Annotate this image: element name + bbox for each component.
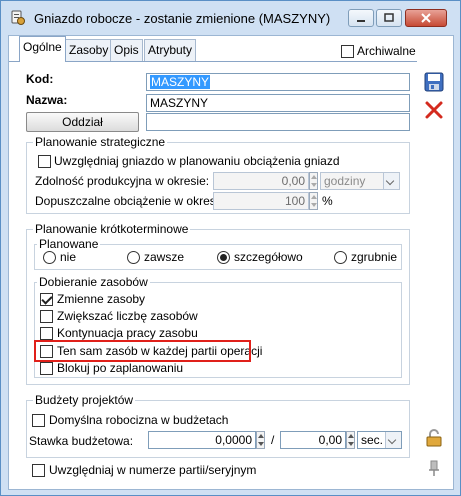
radio-nie-label: nie xyxy=(60,250,77,264)
app-icon xyxy=(11,10,25,25)
include-gniazdo-label: Uwzględniaj gniazdo w planowaniu obciąże… xyxy=(54,154,340,168)
zwiekszac-liczbe-checkbox[interactable] xyxy=(40,310,53,323)
kod-label: Kod: xyxy=(26,72,54,86)
archiwalne-label: Archiwalne xyxy=(357,44,416,58)
nazwa-input[interactable]: MASZYNY xyxy=(146,94,410,112)
window-title: Gniazdo robocze - zostanie zmienione (MA… xyxy=(34,11,331,26)
highlight-box xyxy=(34,340,251,362)
dialog-window: Gniazdo robocze - zostanie zmienione (MA… xyxy=(0,0,461,496)
save-icon xyxy=(424,72,444,92)
capacity-value: 0,00 xyxy=(281,174,305,188)
capacity-unit-select[interactable]: godziny xyxy=(320,172,400,190)
rate-spinner[interactable] xyxy=(256,431,265,449)
radio-zawsze-label: zawsze xyxy=(144,250,185,264)
tab-opis-label: Opis xyxy=(114,43,139,57)
maximize-icon xyxy=(384,13,394,22)
zwiekszac-liczbe-label: Zwiększać liczbę zasobów xyxy=(57,309,198,323)
radio-zgrubnie[interactable] xyxy=(334,251,347,264)
save-button[interactable] xyxy=(423,71,445,93)
capacity-input[interactable]: 0,00 xyxy=(213,172,309,190)
oddzial-label: Oddział xyxy=(62,115,103,129)
batch-number-checkbox[interactable] xyxy=(32,464,45,477)
kod-input[interactable]: MASZYNY xyxy=(146,73,410,91)
kontynuacja-label: Kontynuacja pracy zasobu xyxy=(57,326,198,340)
zmienne-zasoby-checkbox[interactable] xyxy=(40,293,53,306)
radio-szczegolowo[interactable] xyxy=(217,251,230,264)
lock-button[interactable] xyxy=(423,427,445,449)
domyslna-robocizna-label: Domyślna robocizna w budżetach xyxy=(49,413,229,427)
close-icon xyxy=(425,101,443,119)
domyslna-robocizna-checkbox[interactable] xyxy=(32,414,45,427)
tab-ogolne[interactable]: Ogólne xyxy=(19,36,66,62)
resources-title: Dobieranie zasobów xyxy=(37,275,150,289)
close-icon xyxy=(421,13,431,23)
per-unit-select[interactable]: sec. xyxy=(357,431,402,449)
kod-value: MASZYNY xyxy=(150,75,211,89)
batch-number-label: Uwzględniaj w numerze partii/seryjnym xyxy=(49,463,257,477)
chevron-down-icon xyxy=(383,173,399,189)
nazwa-label: Nazwa: xyxy=(26,93,68,107)
tab-atrybuty[interactable]: Atrybuty xyxy=(144,39,197,61)
per-input[interactable]: 0,00 xyxy=(280,431,346,449)
oddzial-button[interactable]: Oddział xyxy=(26,112,139,132)
tab-zasoby[interactable]: Zasoby xyxy=(65,39,113,61)
minimize-icon xyxy=(357,20,365,22)
nazwa-value: MASZYNY xyxy=(150,96,209,110)
planned-title: Planowane xyxy=(37,237,101,251)
capacity-spinner[interactable] xyxy=(309,172,318,190)
tab-ogolne-label: Ogólne xyxy=(23,40,62,54)
rate-separator: / xyxy=(271,433,275,447)
minimize-button[interactable] xyxy=(348,9,374,27)
radio-zgrubnie-label: zgrubnie xyxy=(351,250,398,264)
include-gniazdo-checkbox[interactable] xyxy=(38,155,51,168)
radio-zawsze[interactable] xyxy=(127,251,140,264)
tab-atrybuty-label: Atrybuty xyxy=(148,43,193,57)
oddzial-input[interactable] xyxy=(146,113,410,131)
rate-label: Stawka budżetowa: xyxy=(29,434,134,448)
tab-divider xyxy=(9,61,417,62)
budgets-group xyxy=(26,400,410,458)
short-term-title: Planowanie krótkoterminowe xyxy=(33,222,191,236)
close-button[interactable] xyxy=(405,9,447,27)
load-value: 100 xyxy=(284,194,305,208)
rate-input[interactable]: 0,0000 xyxy=(148,431,256,449)
zmienne-zasoby-label: Zmienne zasoby xyxy=(57,292,146,306)
radio-szczegolowo-label: szczegółowo xyxy=(234,250,303,264)
pin-icon xyxy=(429,460,439,476)
capacity-unit-value: godziny xyxy=(324,174,366,188)
kontynuacja-checkbox[interactable] xyxy=(40,327,53,340)
load-spinner[interactable] xyxy=(309,192,318,210)
blokuj-label: Blokuj po zaplanowaniu xyxy=(57,361,184,375)
per-value: 0,00 xyxy=(318,433,342,447)
archiwalne-checkbox[interactable] xyxy=(341,45,354,58)
strategic-title: Planowanie strategiczne xyxy=(33,135,168,149)
per-unit-value: sec. xyxy=(361,433,384,447)
budgets-title: Budżety projektów xyxy=(33,393,136,407)
tab-zasoby-label: Zasoby xyxy=(69,43,109,57)
tab-opis[interactable]: Opis xyxy=(110,39,143,61)
maximize-button[interactable] xyxy=(376,9,402,27)
load-unit: % xyxy=(322,194,333,208)
dialog-client: Ogólne Zasoby Opis Atrybuty Archiwalne K… xyxy=(8,35,454,490)
radio-nie[interactable] xyxy=(43,251,56,264)
pin-button[interactable] xyxy=(423,456,445,478)
per-spinner[interactable] xyxy=(346,431,355,449)
cancel-button[interactable] xyxy=(423,99,445,121)
blokuj-checkbox[interactable] xyxy=(40,362,53,375)
rate-value: 0,0000 xyxy=(215,433,252,447)
load-label: Dopuszczalne obciążenie w okresie: xyxy=(35,194,229,208)
lock-icon xyxy=(426,429,442,447)
title-bar[interactable]: Gniazdo robocze - zostanie zmienione (MA… xyxy=(1,1,460,35)
capacity-label: Zdolność produkcyjna w okresie: xyxy=(35,174,210,188)
load-input[interactable]: 100 xyxy=(213,192,309,210)
chevron-down-icon xyxy=(385,432,401,448)
